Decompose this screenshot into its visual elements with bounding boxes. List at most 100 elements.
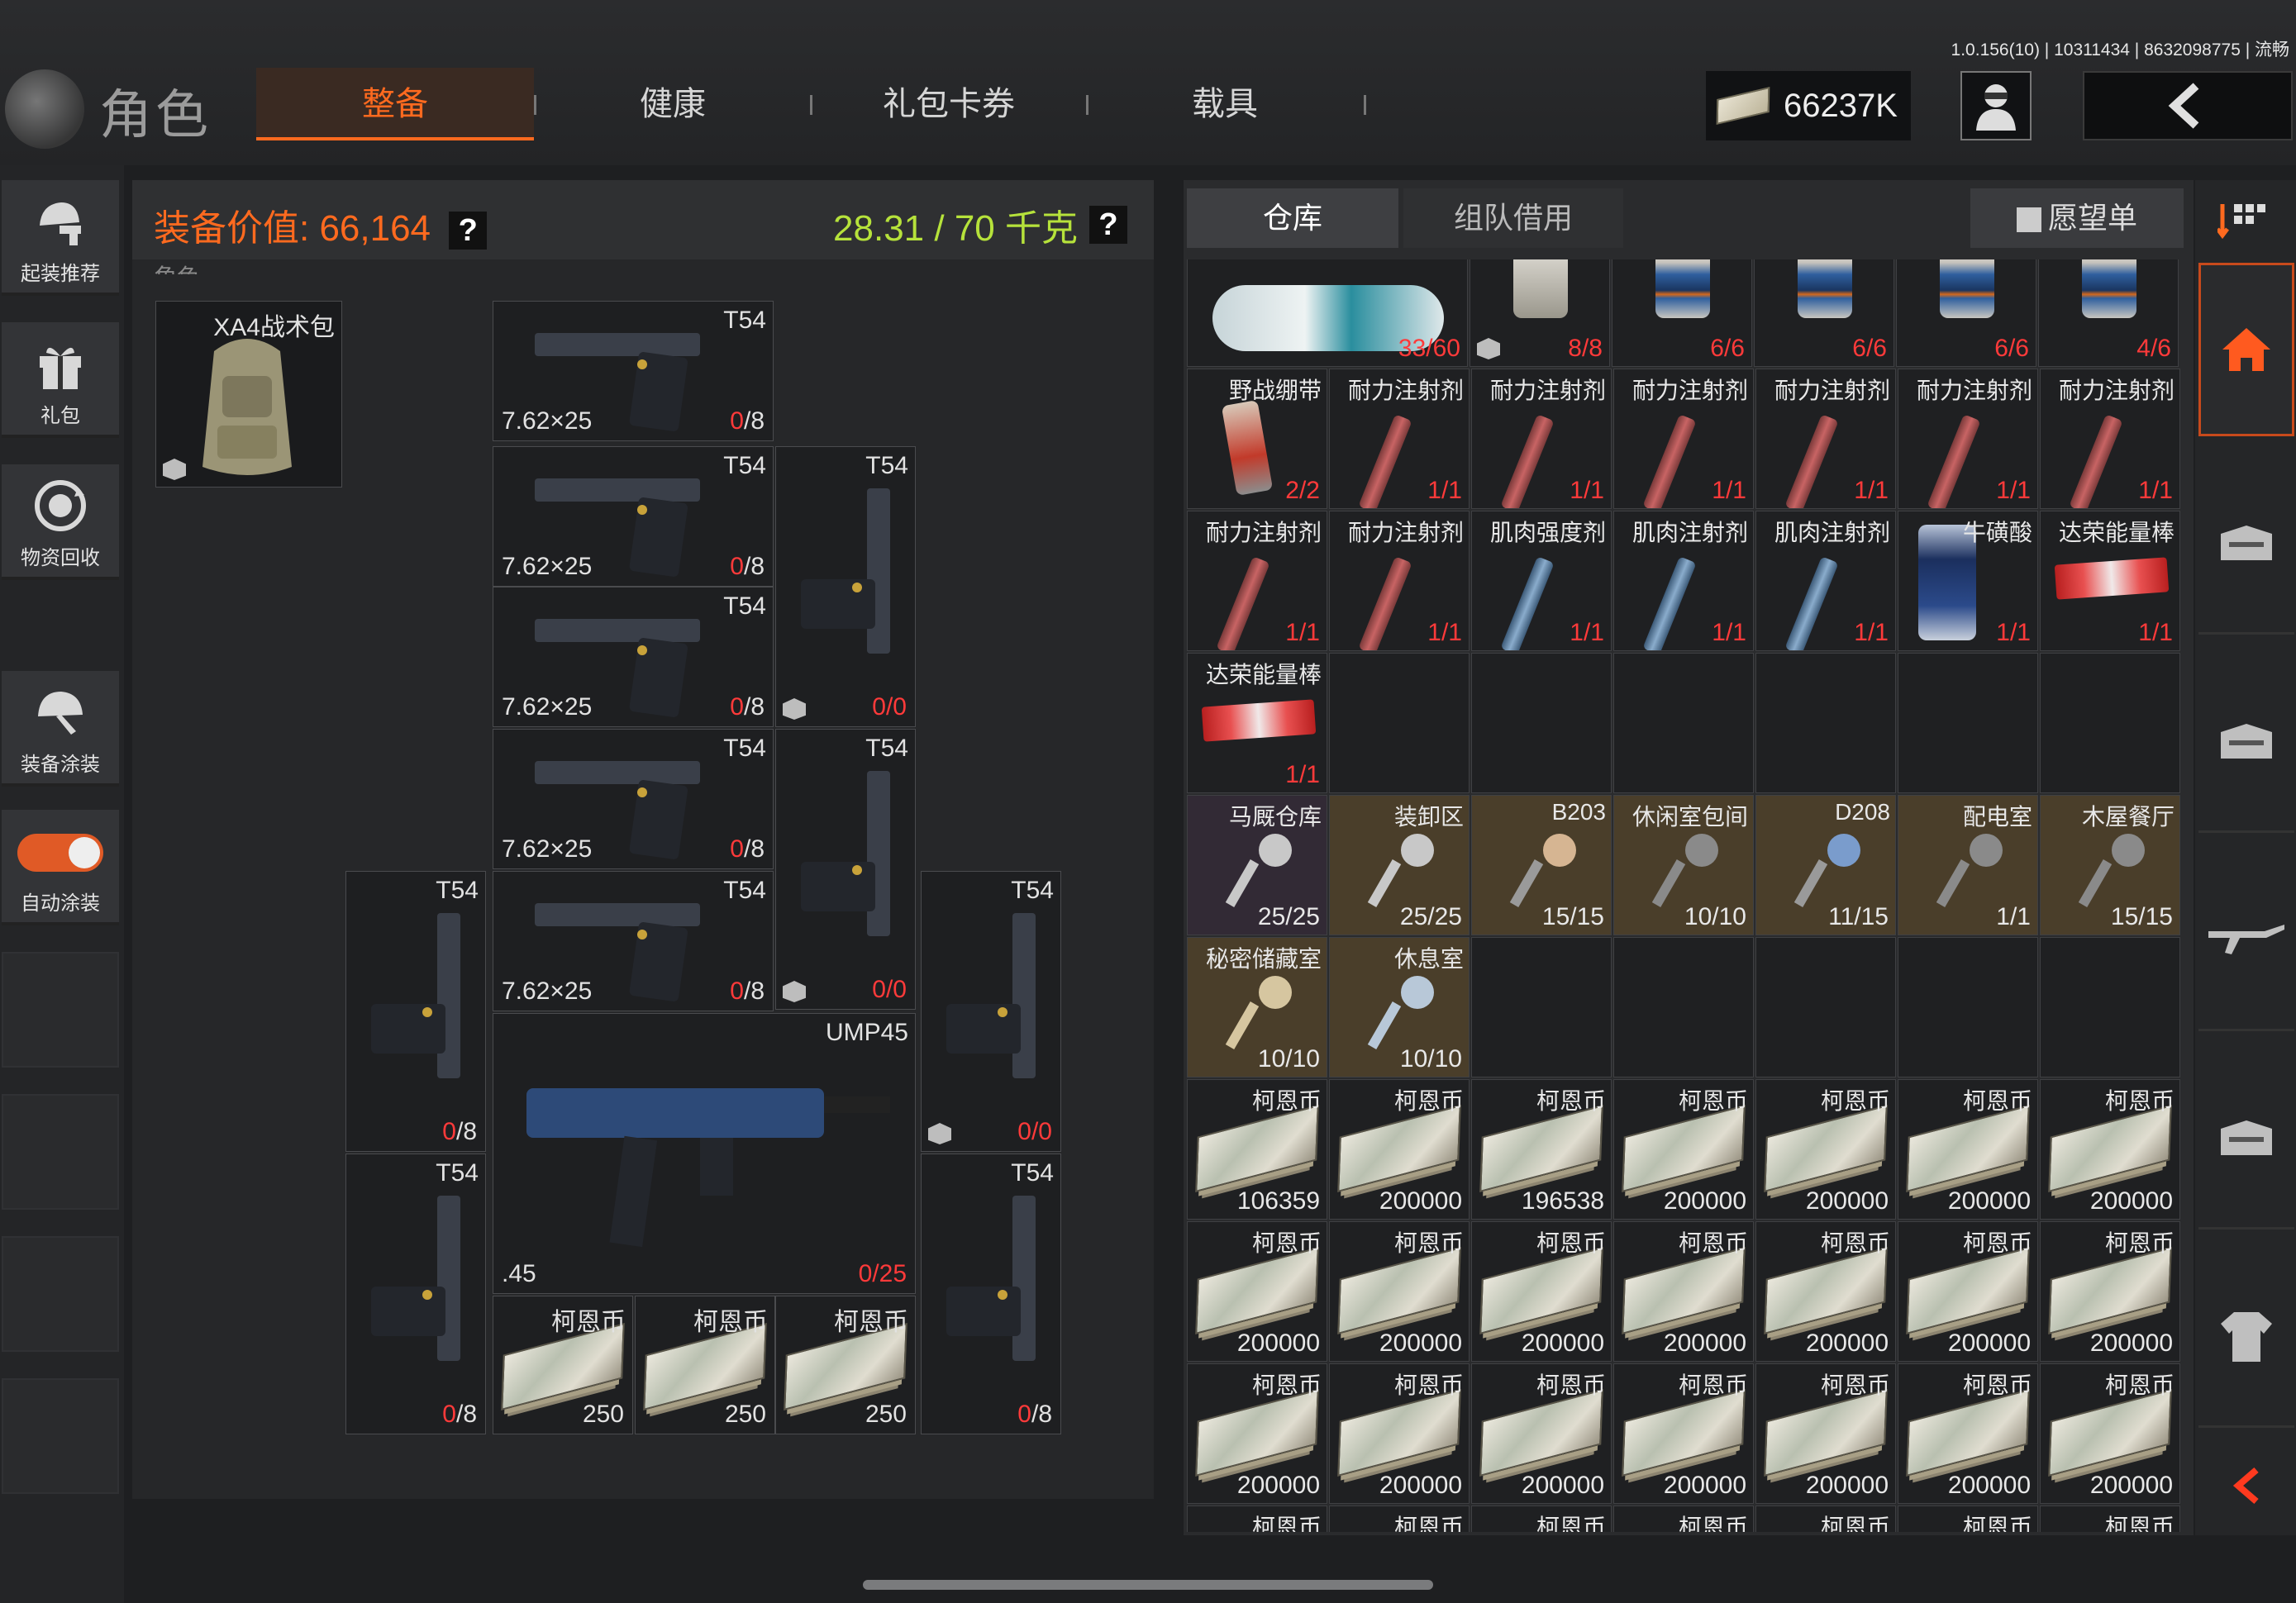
cash-item[interactable]: 柯恩币 200000 — [2040, 1079, 2180, 1220]
inventory-item[interactable]: 6/6 — [1612, 259, 1752, 367]
cash-item[interactable]: 柯恩币 200000 — [1613, 1079, 1754, 1220]
key-item[interactable]: 休息室 10/10 — [1329, 937, 1470, 1077]
wishlist-button[interactable]: 愿望单 — [1970, 188, 2184, 248]
inventory-item[interactable]: 耐力注射剂 1/1 — [1329, 369, 1470, 509]
storage-button-1[interactable] — [2198, 453, 2294, 635]
cash-item[interactable]: 柯恩币 200000 — [1898, 1079, 2038, 1220]
inventory-item[interactable]: 耐力注射剂 1/1 — [2040, 369, 2180, 509]
empty-slot[interactable] — [1613, 937, 1754, 1077]
cash-item[interactable]: 柯恩币 — [2040, 1505, 2180, 1532]
cash-slot[interactable]: 柯恩币 250 — [635, 1296, 775, 1434]
storage-button-2[interactable] — [2198, 651, 2294, 833]
empty-slot[interactable] — [1329, 653, 1470, 793]
inventory-item[interactable]: 6/6 — [1754, 259, 1894, 367]
clothing-filter-button[interactable] — [2198, 1246, 2294, 1428]
storage-button-3[interactable] — [2198, 1048, 2294, 1230]
pistol-slot-vertical[interactable]: T54 0/8 — [921, 1153, 1061, 1434]
pistol-slot[interactable]: T54 7.62×25 0/8 — [493, 729, 774, 869]
key-item[interactable]: 马厩仓库 25/25 — [1187, 795, 1327, 935]
help-icon[interactable]: ? — [1089, 206, 1127, 244]
empty-slot[interactable] — [1755, 653, 1896, 793]
toggle-switch[interactable] — [17, 834, 103, 872]
smg-slot[interactable]: UMP45 .45 0/25 — [493, 1013, 916, 1294]
inventory-item[interactable]: 耐力注射剂 1/1 — [1187, 511, 1327, 651]
tab-health[interactable]: 健康 — [534, 68, 812, 140]
cash-item[interactable]: 柯恩币 200000 — [1471, 1363, 1612, 1504]
tab-prepare[interactable]: 整备 — [256, 68, 534, 140]
cash-item[interactable]: 柯恩币 200000 — [1755, 1079, 1896, 1220]
cash-item[interactable]: 柯恩币 200000 — [1187, 1363, 1327, 1504]
key-item[interactable]: 装卸区 25/25 — [1329, 795, 1470, 935]
tab-warehouse[interactable]: 仓库 — [1187, 188, 1398, 248]
cash-item[interactable]: 柯恩币 — [1755, 1505, 1896, 1532]
backpack-slot[interactable]: XA4战术包 — [155, 301, 342, 488]
key-item[interactable]: 木屋餐厅 15/15 — [2040, 795, 2180, 935]
inventory-item[interactable]: 耐力注射剂 1/1 — [1329, 511, 1470, 651]
back-button[interactable] — [2083, 71, 2293, 140]
inventory-item[interactable]: 耐力注射剂 1/1 — [1755, 369, 1896, 509]
inventory-item[interactable]: 6/6 — [1896, 259, 2036, 367]
pistol-slot-vertical[interactable]: T54 0/0 — [921, 871, 1061, 1152]
inventory-item[interactable]: 达荣能量棒 1/1 — [2040, 511, 2180, 651]
key-item[interactable]: 休闲室包间 10/10 — [1613, 795, 1754, 935]
help-icon[interactable]: ? — [449, 212, 488, 250]
pistol-slot-vertical[interactable]: T54 0/0 — [775, 446, 916, 727]
empty-slot[interactable] — [2040, 937, 2180, 1077]
loadout-recommend-button[interactable]: 起装推荐 — [2, 180, 119, 296]
inventory-item[interactable]: 野战绷带 2/2 — [1187, 369, 1327, 509]
pistol-slot[interactable]: T54 7.62×25 0/8 — [493, 301, 774, 441]
inventory-item[interactable]: 肌肉注射剂 1/1 — [1613, 511, 1754, 651]
empty-slot[interactable] — [1898, 937, 2038, 1077]
cash-item[interactable]: 柯恩币 — [1471, 1505, 1612, 1532]
cash-item[interactable]: 柯恩币 200000 — [1898, 1221, 2038, 1362]
weapon-filter-button[interactable] — [2198, 849, 2294, 1031]
cash-item[interactable]: 柯恩币 — [1187, 1505, 1327, 1532]
cash-slot[interactable]: 柯恩币 250 — [775, 1296, 916, 1434]
equipment-paint-button[interactable]: 装备涂装 — [2, 671, 119, 787]
key-item[interactable]: D208 11/15 — [1755, 795, 1896, 935]
cash-item[interactable]: 柯恩币 — [1898, 1505, 2038, 1532]
pistol-slot[interactable]: T54 7.62×25 0/8 — [493, 587, 774, 727]
inventory-item[interactable]: 4/6 — [2038, 259, 2179, 367]
cash-item[interactable]: 柯恩币 200000 — [1329, 1363, 1470, 1504]
sort-button[interactable] — [2198, 180, 2294, 259]
key-item[interactable]: 配电室 1/1 — [1898, 795, 2038, 935]
recycle-button[interactable]: 物资回收 — [2, 464, 119, 580]
cash-item[interactable]: 柯恩币 200000 — [1613, 1363, 1754, 1504]
currency-display[interactable]: 66237K — [1706, 71, 1911, 140]
cash-item[interactable]: 柯恩币 200000 — [1471, 1221, 1612, 1362]
pistol-slot[interactable]: T54 7.62×25 0/8 — [493, 446, 774, 587]
inventory-item[interactable]: 33/60 — [1187, 259, 1468, 367]
cash-item[interactable]: 柯恩币 200000 — [1898, 1363, 2038, 1504]
cash-item[interactable]: 柯恩币 196538 — [1471, 1079, 1612, 1220]
cash-item[interactable]: 柯恩币 — [1613, 1505, 1754, 1532]
inventory-item[interactable]: 肌肉注射剂 1/1 — [1755, 511, 1896, 651]
tab-team-borrow[interactable]: 组队借用 — [1403, 188, 1623, 248]
key-item[interactable]: 秘密储藏室 10/10 — [1187, 937, 1327, 1077]
auto-paint-toggle[interactable]: 自动涂装 — [2, 810, 119, 925]
tab-vehicle[interactable]: 载具 — [1086, 68, 1364, 140]
empty-slot[interactable] — [1755, 937, 1896, 1077]
cash-item[interactable]: 柯恩币 200000 — [2040, 1363, 2180, 1504]
home-button[interactable] — [2198, 263, 2294, 436]
cash-item[interactable]: 柯恩币 200000 — [1187, 1221, 1327, 1362]
cash-slot[interactable]: 柯恩币 250 — [493, 1296, 633, 1434]
inventory-item[interactable]: 达荣能量棒 1/1 — [1187, 653, 1327, 793]
cash-item[interactable]: 柯恩币 200000 — [1755, 1221, 1896, 1362]
inventory-item[interactable]: 8/8 — [1470, 259, 1610, 367]
avatar-button[interactable] — [1960, 71, 2032, 140]
gift-pack-button[interactable]: 礼包 — [2, 322, 119, 438]
cash-item[interactable]: 柯恩币 200000 — [1613, 1221, 1754, 1362]
inventory-item[interactable]: 肌肉强度剂 1/1 — [1471, 511, 1612, 651]
key-item[interactable]: B203 15/15 — [1471, 795, 1612, 935]
collapse-button[interactable] — [2198, 1444, 2294, 1527]
empty-slot[interactable] — [1613, 653, 1754, 793]
cash-item[interactable]: 柯恩币 200000 — [1329, 1221, 1470, 1362]
empty-slot[interactable] — [1898, 653, 2038, 793]
inventory-item[interactable]: 耐力注射剂 1/1 — [1471, 369, 1612, 509]
inventory-item[interactable]: 牛磺酸 1/1 — [1898, 511, 2038, 651]
empty-slot[interactable] — [1471, 653, 1612, 793]
cash-item[interactable]: 柯恩币 — [1329, 1505, 1470, 1532]
cash-item[interactable]: 柯恩币 106359 — [1187, 1079, 1327, 1220]
empty-slot[interactable] — [2040, 653, 2180, 793]
